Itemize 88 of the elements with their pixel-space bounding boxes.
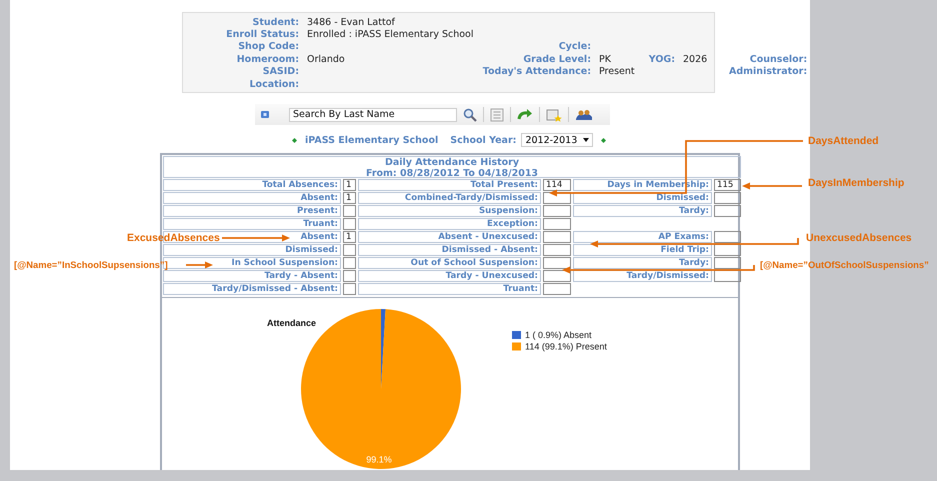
field-label: YOG:: [648, 54, 676, 65]
value-cell: 114: [543, 179, 571, 192]
value-cell: [714, 270, 741, 282]
field-label: Student:: [252, 16, 300, 28]
field-label: Counselor:: [750, 54, 808, 65]
legend-label: 114 (99.1%) Present: [525, 342, 607, 352]
value-cell: [543, 218, 571, 230]
label-cell: Total Present:: [358, 179, 541, 192]
field-label: SASID:: [262, 66, 300, 78]
label-cell: Dismissed:: [163, 244, 341, 256]
value-cell: [714, 205, 741, 218]
arrow-icon[interactable]: [517, 108, 533, 121]
list-icon[interactable]: [490, 108, 504, 122]
field-value: 2026: [683, 54, 708, 65]
callout-arrow: [186, 262, 213, 268]
field-value: Present: [599, 66, 635, 78]
value-cell: 1: [343, 179, 356, 192]
callout-label: UnexcusedAbsences: [806, 232, 912, 244]
table-title: Daily Attendance History: [384, 158, 520, 169]
label-cell: Tardy/Dismissed:: [573, 270, 712, 282]
value-cell: [343, 218, 356, 230]
field-label: Grade Level:: [523, 54, 592, 65]
value-cell: [543, 231, 571, 244]
field-value: 3486 - Evan Lattof: [307, 16, 395, 28]
slice-label: 99.1%: [366, 454, 392, 465]
callout-arrow: [222, 234, 290, 242]
value-cell: [543, 205, 571, 218]
school-year-label: School Year:: [450, 134, 516, 146]
callout-label: ExcusedAbsences: [127, 232, 220, 244]
label-cell: Truant:: [358, 283, 541, 296]
callout-label: DaysInMembership: [808, 177, 904, 189]
label-cell: Total Absences:: [163, 179, 341, 192]
label-cell: Tardy:: [573, 205, 712, 218]
value-cell: [714, 192, 741, 204]
label-cell: Suspension:: [358, 205, 541, 218]
value-cell: [343, 283, 356, 296]
value-cell: [343, 270, 356, 282]
field-value: Orlando: [307, 54, 345, 65]
label-cell: Truant:: [163, 218, 341, 230]
value-cell: [343, 205, 356, 218]
diamond-icon: [292, 138, 297, 143]
value-cell: [714, 244, 741, 256]
value-cell: [543, 244, 571, 256]
users-icon[interactable]: [575, 108, 593, 121]
value-cell: [714, 257, 741, 270]
label-cell: Combined-Tardy/Dismissed:: [358, 192, 541, 204]
field-label: Cycle:: [558, 41, 592, 52]
legend-label: 1 ( 0.9%) Absent: [525, 330, 592, 340]
label-cell: Exception:: [358, 218, 541, 230]
label-cell: Dismissed - Absent:: [358, 244, 541, 256]
label-cell: AP Exams:: [573, 231, 712, 244]
callout-label: [@Name=”InSchoolSupsensions”]: [14, 259, 168, 271]
value-cell: 115: [714, 179, 741, 192]
diamond-icon: [601, 138, 606, 143]
value-cell: [714, 231, 741, 244]
label-cell: Tardy - Unexcused:: [358, 270, 541, 282]
value-cell: 1: [343, 192, 356, 204]
field-value: Enrolled : iPASS Elementary School: [307, 29, 474, 40]
callout-label: [@Name=”OutOfSchoolSuspensions”: [760, 259, 929, 271]
label-cell: Tardy/Dismissed - Absent:: [163, 283, 341, 296]
field-label: Location:: [249, 78, 300, 90]
label-cell: Out of School Suspension:: [358, 257, 541, 270]
field-value: PK: [599, 54, 611, 65]
value-cell: [343, 257, 356, 270]
value-cell: 1: [343, 231, 356, 244]
date-range: From: 08/28/2012 To 04/18/2013: [366, 168, 538, 180]
field-label: Homeroom:: [236, 54, 300, 65]
value-cell: [343, 244, 356, 256]
folder-star-icon[interactable]: [546, 108, 562, 122]
search-field[interactable]: Search By Last Name: [289, 108, 457, 122]
field-label: Administrator:: [729, 66, 808, 78]
value-cell: [543, 283, 571, 296]
label-cell: Dismissed:: [573, 192, 712, 204]
field-label: Shop Code:: [238, 41, 300, 52]
field-label: Enroll Status:: [226, 29, 300, 40]
label-cell: Tardy:: [573, 257, 712, 270]
school-link[interactable]: iPASS Elementary School: [305, 134, 438, 146]
callout-label: DaysAttended: [808, 135, 879, 147]
school-year-dropdown[interactable]: 2012-2013: [521, 133, 594, 148]
label-cell: Absent - Unexcused:: [358, 231, 541, 244]
label-cell: Absent:: [163, 192, 341, 204]
label-cell: Present:: [163, 205, 341, 218]
chart-title: Attendance: [267, 318, 316, 328]
field-label: Today's Attendance:: [482, 66, 592, 78]
search-icon[interactable]: [463, 108, 477, 122]
square-icon[interactable]: [261, 111, 269, 118]
label-cell: Tardy - Absent:: [163, 270, 341, 282]
caret-icon: [583, 138, 590, 142]
